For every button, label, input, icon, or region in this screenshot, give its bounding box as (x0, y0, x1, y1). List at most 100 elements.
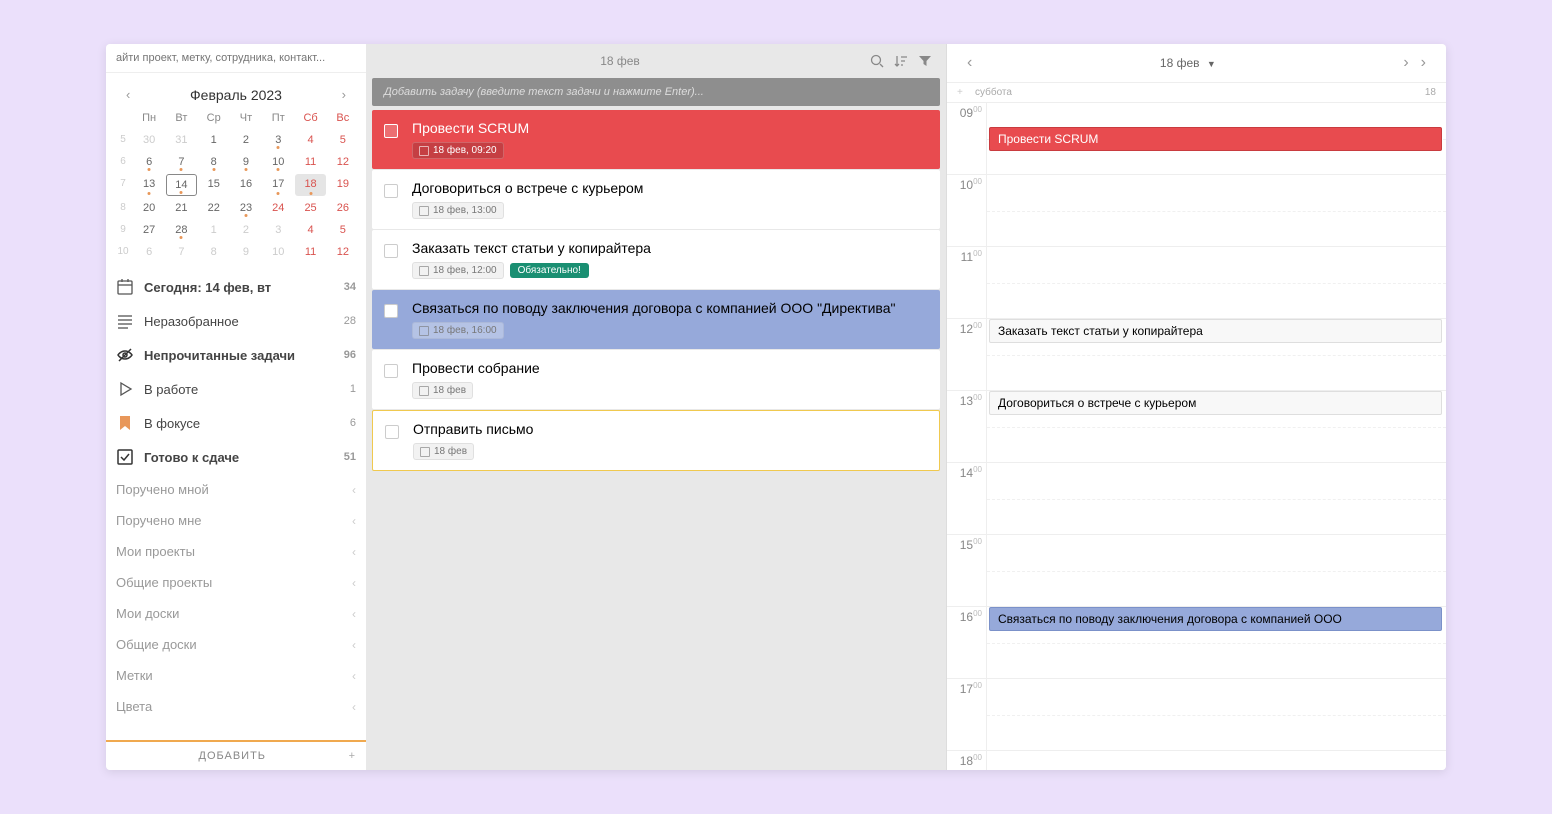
nav-group[interactable]: Мои доски‹ (106, 598, 366, 629)
cal-day[interactable]: 15 (199, 174, 229, 196)
task-checkbox[interactable] (384, 304, 398, 318)
task-title: Провести собрание (412, 360, 928, 376)
cal-day[interactable]: 20 (134, 198, 164, 218)
cal-day[interactable]: 2 (231, 130, 261, 150)
day-header-title[interactable]: 18 фев ▼ (978, 56, 1397, 70)
cal-day[interactable]: 6 (134, 242, 164, 262)
sort-icon[interactable] (894, 54, 908, 68)
day-event[interactable]: Заказать текст статьи у копирайтера (989, 319, 1442, 343)
nav-focus[interactable]: В фокусе 6 (106, 406, 366, 440)
cal-day[interactable]: 11 (295, 152, 325, 172)
cal-day[interactable]: 4 (295, 130, 325, 150)
cal-day[interactable]: 11 (295, 242, 325, 262)
cal-day[interactable]: 17 (263, 174, 293, 196)
nav-focus-label: В фокусе (144, 416, 200, 431)
day-prev[interactable]: ‹ (961, 54, 978, 72)
nav-group[interactable]: Мои проекты‹ (106, 536, 366, 567)
add-button[interactable]: ДОБАВИТЬ + (106, 740, 366, 770)
cal-day[interactable]: 31 (166, 130, 196, 150)
cal-day[interactable]: 14 (166, 174, 196, 196)
task-checkbox[interactable] (384, 124, 398, 138)
nav-unread[interactable]: Непрочитанные задачи 96 (106, 338, 366, 372)
cal-day[interactable]: 9 (231, 152, 261, 172)
hour-row[interactable]: 1100 (947, 247, 1446, 319)
hour-label: 1700 (947, 679, 987, 750)
nav-group[interactable]: Поручено мне‹ (106, 505, 366, 536)
nav-inbox[interactable]: Неразобранное 28 (106, 304, 366, 338)
add-task-input[interactable]: Добавить задачу (введите текст задачи и … (372, 78, 940, 106)
cal-day[interactable]: 5 (328, 220, 358, 240)
cal-day[interactable]: 3 (263, 130, 293, 150)
nav-today[interactable]: Сегодня: 14 фев, вт 34 (106, 270, 366, 304)
cal-day[interactable]: 8 (199, 152, 229, 172)
cal-day[interactable]: 26 (328, 198, 358, 218)
nav-group[interactable]: Общие проекты‹ (106, 567, 366, 598)
cal-day[interactable]: 5 (328, 130, 358, 150)
cal-day[interactable]: 27 (134, 220, 164, 240)
cal-day[interactable]: 28 (166, 220, 196, 240)
hour-row[interactable]: 1800 (947, 751, 1446, 770)
cal-day[interactable]: 7 (166, 242, 196, 262)
filter-icon[interactable] (918, 54, 932, 68)
hour-row[interactable]: 1700 (947, 679, 1446, 751)
search-input[interactable] (116, 52, 356, 64)
cal-day[interactable]: 6 (134, 152, 164, 172)
cal-prev-month[interactable]: ‹ (120, 85, 136, 104)
cal-day[interactable]: 7 (166, 152, 196, 172)
cal-day[interactable]: 3 (263, 220, 293, 240)
chevron-left-icon: ‹ (352, 669, 356, 683)
task-card[interactable]: Договориться о встрече с курьером 18 фев… (372, 170, 940, 229)
cal-day[interactable]: 19 (328, 174, 358, 196)
search-icon[interactable] (870, 54, 884, 68)
cal-day[interactable]: 1 (199, 220, 229, 240)
cal-day[interactable]: 10 (263, 242, 293, 262)
task-checkbox[interactable] (385, 425, 399, 439)
day-event[interactable]: Связаться по поводу заключения договора … (989, 607, 1442, 631)
cal-day[interactable]: 12 (328, 152, 358, 172)
nav-working[interactable]: В работе 1 (106, 372, 366, 406)
day-event[interactable]: Провести SCRUM (989, 127, 1442, 151)
cal-day[interactable]: 21 (166, 198, 196, 218)
nav-group[interactable]: Цвета‹ (106, 691, 366, 722)
task-card[interactable]: Провести собрание 18 фев (372, 350, 940, 409)
cal-week-number: 9 (114, 220, 132, 240)
nav-group[interactable]: Поручено мной‹ (106, 474, 366, 505)
hour-row[interactable]: 1000 (947, 175, 1446, 247)
cal-day[interactable]: 2 (231, 220, 261, 240)
task-card[interactable]: Заказать текст статьи у копирайтера 18 ф… (372, 230, 940, 289)
cal-day[interactable]: 9 (231, 242, 261, 262)
task-card[interactable]: Отправить письмо 18 фев (372, 410, 940, 471)
task-card[interactable]: Провести SCRUM 18 фев, 09:20 (372, 110, 940, 169)
hour-row[interactable]: 1400 (947, 463, 1446, 535)
day-last[interactable]: › (1415, 54, 1432, 72)
cal-day[interactable]: 22 (199, 198, 229, 218)
day-add-icon[interactable]: + (957, 87, 975, 98)
task-checkbox[interactable] (384, 184, 398, 198)
task-checkbox[interactable] (384, 244, 398, 258)
cal-day[interactable]: 25 (295, 198, 325, 218)
cal-day[interactable]: 16 (231, 174, 261, 196)
cal-day[interactable]: 30 (134, 130, 164, 150)
cal-next-month[interactable]: › (336, 85, 352, 104)
day-event[interactable]: Договориться о встрече с курьером (989, 391, 1442, 415)
cal-day[interactable]: 24 (263, 198, 293, 218)
calendar-today-icon (116, 278, 134, 296)
task-checkbox[interactable] (384, 364, 398, 378)
nav-group[interactable]: Метки‹ (106, 660, 366, 691)
cal-day[interactable]: 4 (295, 220, 325, 240)
task-card[interactable]: Связаться по поводу заключения договора … (372, 290, 940, 349)
cal-day[interactable]: 12 (328, 242, 358, 262)
task-title: Отправить письмо (413, 421, 927, 437)
cal-day[interactable]: 23 (231, 198, 261, 218)
hour-row[interactable]: 1500 (947, 535, 1446, 607)
day-next[interactable]: › (1397, 54, 1414, 72)
calendar-icon (419, 266, 429, 276)
cal-day[interactable]: 8 (199, 242, 229, 262)
cal-day[interactable]: 13 (134, 174, 164, 196)
cal-week-number: 6 (114, 152, 132, 172)
cal-day[interactable]: 18 (295, 174, 325, 196)
nav-ready[interactable]: Готово к сдаче 51 (106, 440, 366, 474)
cal-day[interactable]: 1 (199, 130, 229, 150)
cal-day[interactable]: 10 (263, 152, 293, 172)
nav-group[interactable]: Общие доски‹ (106, 629, 366, 660)
